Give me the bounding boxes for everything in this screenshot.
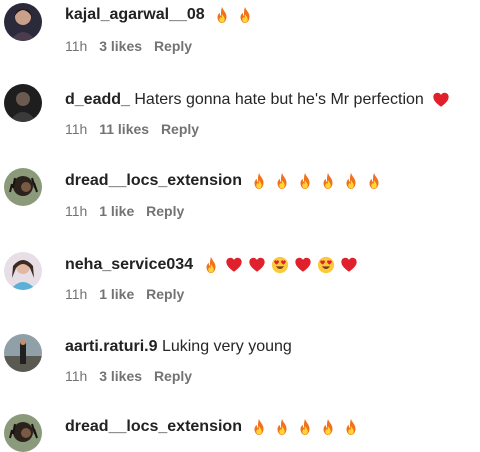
heart-eyes-icon [271, 256, 289, 274]
fire-icon [236, 6, 254, 24]
emoji-list [432, 89, 455, 111]
likes-count[interactable]: 1 like [99, 286, 134, 302]
fire-icon [273, 418, 291, 436]
comment-username[interactable]: aarti.raturi.9 [65, 338, 157, 355]
fire-icon [365, 172, 383, 190]
fire-icon [250, 418, 268, 436]
reply-button[interactable]: Reply [161, 121, 199, 137]
comment-timestamp: 11h [65, 121, 88, 137]
comment-username[interactable]: neha_service034 [65, 256, 193, 273]
fire-icon [202, 256, 220, 274]
comment-timestamp: 11h [65, 368, 88, 384]
emoji-list [213, 4, 259, 26]
fire-icon [273, 172, 291, 190]
fire-icon [342, 418, 360, 436]
heart-icon [432, 91, 450, 109]
emoji-list [250, 170, 388, 192]
comment-username[interactable]: dread__locs_extension [65, 418, 242, 435]
likes-count[interactable]: 3 likes [99, 368, 142, 384]
fire-icon [319, 172, 337, 190]
comment-timestamp: 11h [65, 203, 88, 219]
comment-username[interactable]: d_eadd_ [65, 91, 130, 108]
heart-eyes-icon [317, 256, 335, 274]
comment-text: Luking very young [161, 338, 292, 355]
fire-icon [342, 172, 360, 190]
comment-text: Haters gonna hate but he's Mr perfection [134, 91, 424, 109]
fire-icon [296, 172, 314, 190]
fire-icon [296, 418, 314, 436]
comment-timestamp: 11h [65, 38, 88, 54]
avatar[interactable] [4, 84, 42, 122]
heart-icon [294, 256, 312, 274]
likes-count[interactable]: 1 like [99, 203, 134, 219]
fire-icon [213, 6, 231, 24]
fire-icon [319, 418, 337, 436]
comment-username[interactable]: dread__locs_extension [65, 172, 242, 189]
reply-button[interactable]: Reply [146, 286, 184, 302]
comment-timestamp: 11h [65, 286, 88, 302]
avatar[interactable] [4, 168, 42, 206]
fire-icon [250, 172, 268, 190]
heart-icon [248, 256, 266, 274]
reply-button[interactable]: Reply [154, 38, 192, 54]
avatar[interactable] [4, 334, 42, 372]
heart-icon [225, 256, 243, 274]
emoji-list [202, 254, 363, 276]
comment-username[interactable]: kajal_agarwal__08 [65, 6, 205, 23]
avatar[interactable] [4, 414, 42, 452]
likes-count[interactable]: 3 likes [99, 38, 142, 54]
reply-button[interactable]: Reply [146, 203, 184, 219]
emoji-list [250, 416, 365, 438]
reply-button[interactable]: Reply [154, 368, 192, 384]
avatar[interactable] [4, 252, 42, 290]
likes-count[interactable]: 11 likes [99, 121, 149, 137]
heart-icon [340, 256, 358, 274]
avatar[interactable] [4, 3, 42, 41]
